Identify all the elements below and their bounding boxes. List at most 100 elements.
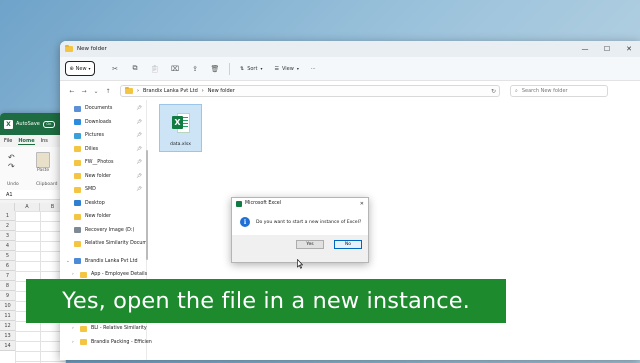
select-all-corner[interactable] [0,203,15,211]
new-button[interactable]: ⊕ New ▾ [65,61,95,76]
mouse-cursor-icon [297,259,303,269]
undo-icon[interactable]: ↶ [8,153,15,162]
row-header[interactable]: 12 [0,321,15,331]
name-box[interactable]: A1 [0,190,66,200]
cut-icon[interactable]: ✂ [105,65,125,73]
paste-icon[interactable] [36,152,50,168]
address-bar[interactable]: › Brandix Lanka Pvt Ltd › New folder ↻ [120,85,500,97]
row-header[interactable]: 8 [0,281,15,291]
view-button[interactable]: ☰ View ▾ [268,66,304,72]
forward-icon[interactable]: → [78,88,90,95]
row-header[interactable]: 13 [0,331,15,341]
row-header[interactable]: 7 [0,271,15,281]
view-icon: ☰ [274,65,279,72]
file-item[interactable]: X data.xlsx [159,104,202,152]
chevron-down-icon: ▾ [296,66,299,71]
sidebar-item-label: Recovery Image (D:) [85,227,135,233]
sidebar-item-fw-photos[interactable]: FW__Photos 📌︎ [60,156,146,170]
sidebar-item-label: Pictures [85,133,104,139]
close-icon[interactable]: ✕ [360,201,364,207]
breadcrumb-item[interactable]: New folder [208,88,235,94]
autosave-toggle[interactable]: On [42,120,55,128]
sidebar-item-bli[interactable]: › BLI - Relative Similarity [60,322,147,336]
tab-insert[interactable]: Ins [41,138,48,144]
search-input[interactable]: ⌕ Search New folder [510,85,608,97]
yes-button[interactable]: Yes [296,240,324,249]
row-header[interactable]: 14 [0,341,15,351]
drive-icon [74,227,81,234]
sidebar-item-dilies[interactable]: Dilies 📌︎ [60,143,146,157]
chevron-right-icon: › [137,88,139,94]
copy-icon[interactable]: ⧉ [125,64,145,73]
row-header[interactable]: 3 [0,231,15,241]
share-icon[interactable]: ⇪ [185,65,205,73]
pin-icon: 📌︎ [136,173,142,179]
column-header-a[interactable]: A [15,203,40,211]
row-header[interactable]: 1 [0,211,15,221]
row-header[interactable]: 9 [0,291,15,301]
row-header[interactable]: 6 [0,261,15,271]
sidebar-item-label: Desktop [85,200,105,206]
chevron-right-icon[interactable]: › [72,340,74,345]
toolbar-divider [229,62,230,75]
sort-label: Sort [247,65,258,72]
sidebar-item-brandix-onedrive[interactable]: ⌄ Brandix Lanka Pvt Ltd [60,255,146,269]
explorer-title-bar: New folder — ☐ ✕ [60,41,640,57]
sidebar-item-downloads[interactable]: Downloads 📌︎ [60,116,146,130]
row-header[interactable]: 10 [0,301,15,311]
chevron-right-icon[interactable]: › [72,272,74,277]
folder-icon [74,240,81,247]
no-button[interactable]: No [334,240,362,249]
sidebar-item-label: Dilies [85,146,99,152]
sidebar-item-pictures[interactable]: Pictures 📌︎ [60,129,146,143]
sidebar-item-desktop[interactable]: Desktop [60,197,146,211]
window-controls: — ☐ ✕ [574,41,640,57]
redo-icon[interactable]: ↷ [8,162,15,171]
up-icon[interactable]: ↑ [102,88,114,95]
sidebar-item-relative-similarity[interactable]: Relative Similarity Docum [60,237,148,251]
sidebar-item-documents[interactable]: Documents 📌︎ [60,102,146,116]
pin-icon: 📌︎ [136,146,142,152]
command-bar: ⊕ New ▾ ✂ ⧉ 📋︎ ⌧ ⇪ 🗑︎ ⇅ Sort ▾ ☰ View ▾ … [60,57,640,81]
sidebar-item-recovery-drive[interactable]: Recovery Image (D:) [60,224,146,238]
row-header[interactable]: 5 [0,251,15,261]
sort-button[interactable]: ⇅ Sort ▾ [234,66,268,72]
rename-icon[interactable]: ⌧ [165,65,185,73]
dialog-title-bar: Microsoft Excel ✕ [232,198,368,209]
maximize-button[interactable]: ☐ [596,41,618,57]
sidebar-item-brandix-packing[interactable]: › Brandix Packing - Efficien [60,336,152,350]
paste-label: Paste [37,168,50,173]
excel-ribbon-tabs: File Home Ins [0,135,66,147]
close-button[interactable]: ✕ [618,41,640,57]
cloud-icon [74,258,81,265]
recent-chevron-icon[interactable]: ⌄ [90,88,102,95]
chevron-right-icon: › [201,88,204,94]
tab-home[interactable]: Home [18,138,35,145]
sidebar-item-label: Relative Similarity Docum [85,241,148,247]
paste-icon[interactable]: 📋︎ [145,65,165,73]
row-header[interactable]: 4 [0,241,15,251]
dialog-message: Do you want to start a new instance of E… [256,219,362,225]
chevron-right-icon[interactable]: › [72,326,74,331]
excel-logo-icon: X [4,119,13,129]
folder-icon [65,44,73,52]
back-icon[interactable]: ← [66,88,78,95]
row-header[interactable]: 2 [0,221,15,231]
delete-icon[interactable]: 🗑︎ [205,65,225,73]
sidebar-item-smd[interactable]: SMD 📌︎ [60,183,146,197]
tab-file[interactable]: File [4,138,12,144]
refresh-icon[interactable]: ↻ [491,88,496,95]
more-options-button[interactable]: ··· [305,66,322,72]
pin-icon: 📌︎ [136,119,142,125]
breadcrumb-item[interactable]: Brandix Lanka Pvt Ltd [143,88,198,94]
sidebar-item-new-folder[interactable]: New folder 📌︎ [60,170,146,184]
sidebar-item-new-folder[interactable]: New folder [60,210,146,224]
plus-icon: ⊕ [69,65,74,72]
sidebar-item-label: FW__Photos [85,160,114,166]
minimize-button[interactable]: — [574,41,596,57]
desktop-icon [74,200,81,207]
sidebar-item-label: Brandix Packing - Efficien [91,339,152,345]
row-header[interactable]: 11 [0,311,15,321]
sidebar-item-label: App - Employee Details [91,272,148,278]
chevron-down-icon[interactable]: ⌄ [66,259,70,264]
